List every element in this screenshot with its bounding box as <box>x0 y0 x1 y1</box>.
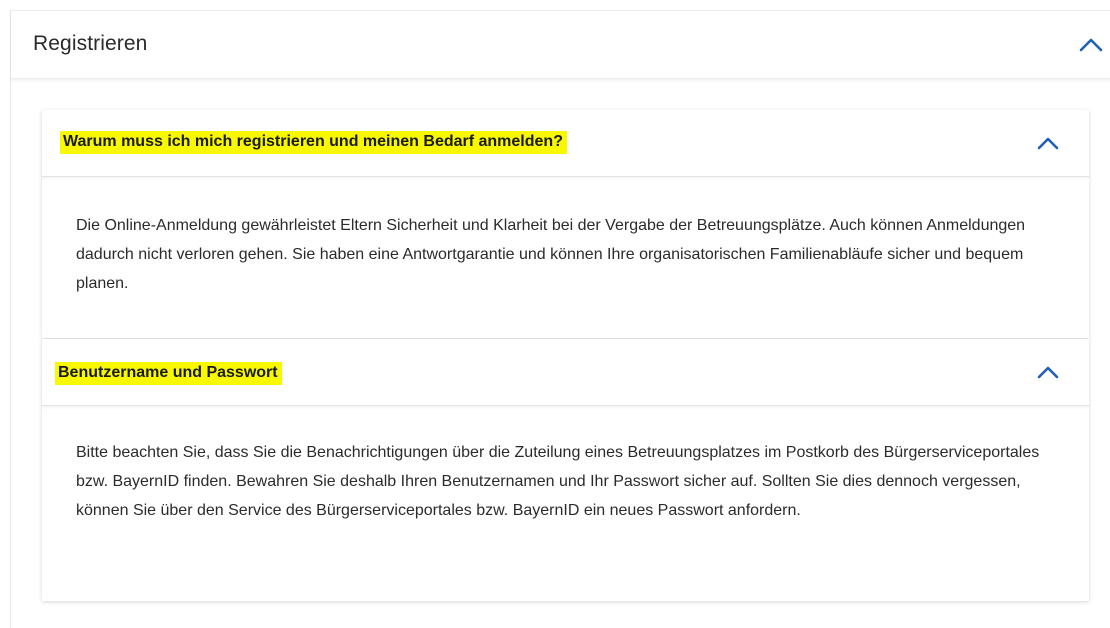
faq-question: Warum muss ich mich registrieren und mei… <box>60 131 567 154</box>
faq-item-header[interactable]: Warum muss ich mich registrieren und mei… <box>42 110 1089 177</box>
page: Registrieren Warum muss ich mich registr… <box>0 0 1110 628</box>
chevron-up-icon[interactable] <box>1079 37 1103 52</box>
faq-item-registration: Warum muss ich mich registrieren und mei… <box>42 110 1089 338</box>
registration-accordion-header[interactable]: Registrieren <box>11 11 1110 79</box>
section-title: Registrieren <box>33 32 148 55</box>
chevron-up-icon[interactable] <box>1037 365 1059 379</box>
faq-question: Benutzername und Passwort <box>55 362 282 385</box>
chevron-up-icon[interactable] <box>1037 136 1059 150</box>
faq-item-header[interactable]: Benutzername und Passwort <box>42 339 1089 406</box>
registration-accordion: Registrieren Warum muss ich mich registr… <box>10 10 1110 628</box>
faq-item-credentials: Benutzername und Passwort Bitte beachten… <box>42 339 1089 601</box>
faq-answer: Die Online-Anmeldung gewährleistet Elter… <box>76 217 1026 292</box>
faq-answer: Bitte beachten Sie, dass Sie die Benachr… <box>76 444 1040 519</box>
